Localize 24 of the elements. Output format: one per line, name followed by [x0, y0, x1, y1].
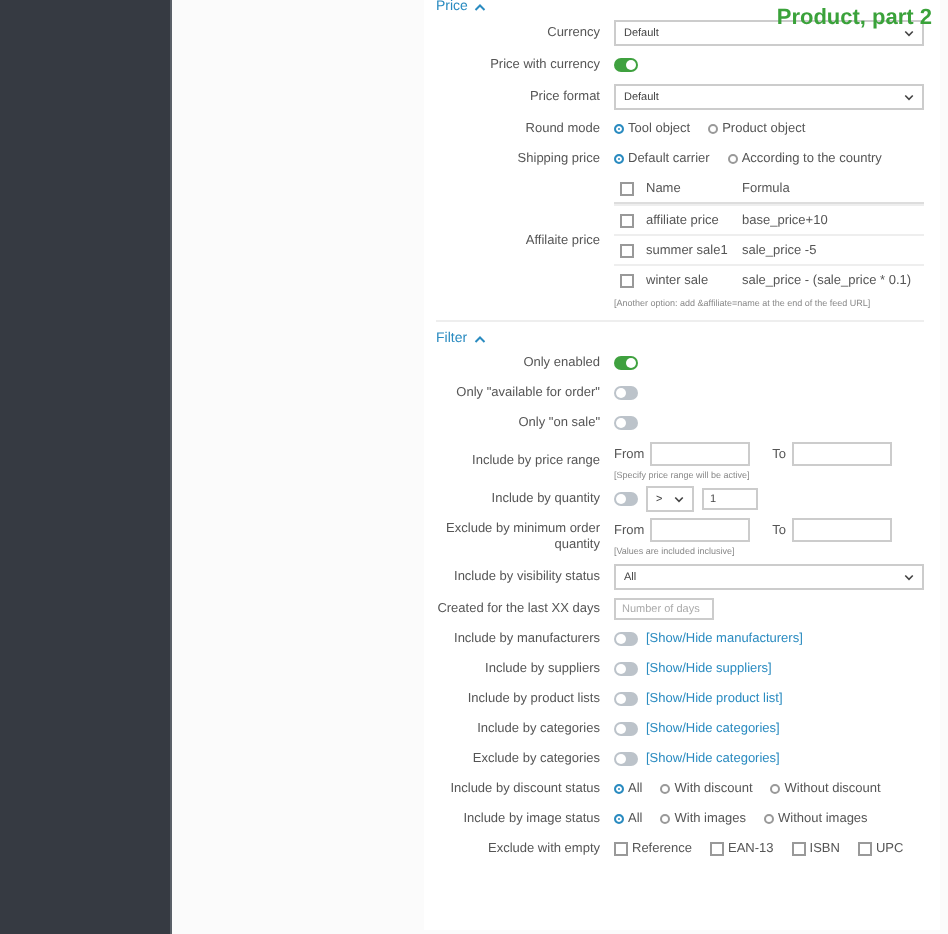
chevron-down-icon — [904, 29, 914, 37]
chevron-down-icon — [674, 495, 684, 503]
chevron-icon — [473, 1, 486, 11]
from-input[interactable] — [650, 442, 751, 466]
row-checkbox[interactable] — [620, 273, 634, 287]
select-all-checkbox[interactable] — [620, 181, 634, 195]
toggle-switch[interactable] — [614, 752, 638, 766]
toggle-switch[interactable] — [614, 356, 638, 370]
toggle-switch[interactable] — [614, 722, 638, 736]
toggle-switch[interactable] — [614, 58, 638, 72]
from-input[interactable] — [650, 518, 751, 542]
toggle-switch[interactable] — [614, 692, 638, 706]
toggle-switch[interactable] — [614, 386, 638, 400]
row-checkbox[interactable] — [620, 213, 634, 227]
to-input[interactable] — [792, 442, 893, 466]
chevron-down-icon — [904, 573, 914, 581]
row-checkbox[interactable] — [620, 243, 634, 257]
to-input[interactable] — [792, 518, 893, 542]
toggle-switch[interactable] — [614, 416, 638, 430]
chevron-down-icon — [904, 93, 914, 101]
chevron-icon — [473, 333, 486, 343]
toggle-switch[interactable] — [614, 492, 638, 506]
toggle-switch[interactable] — [614, 632, 638, 646]
toggle-switch[interactable] — [614, 662, 638, 676]
